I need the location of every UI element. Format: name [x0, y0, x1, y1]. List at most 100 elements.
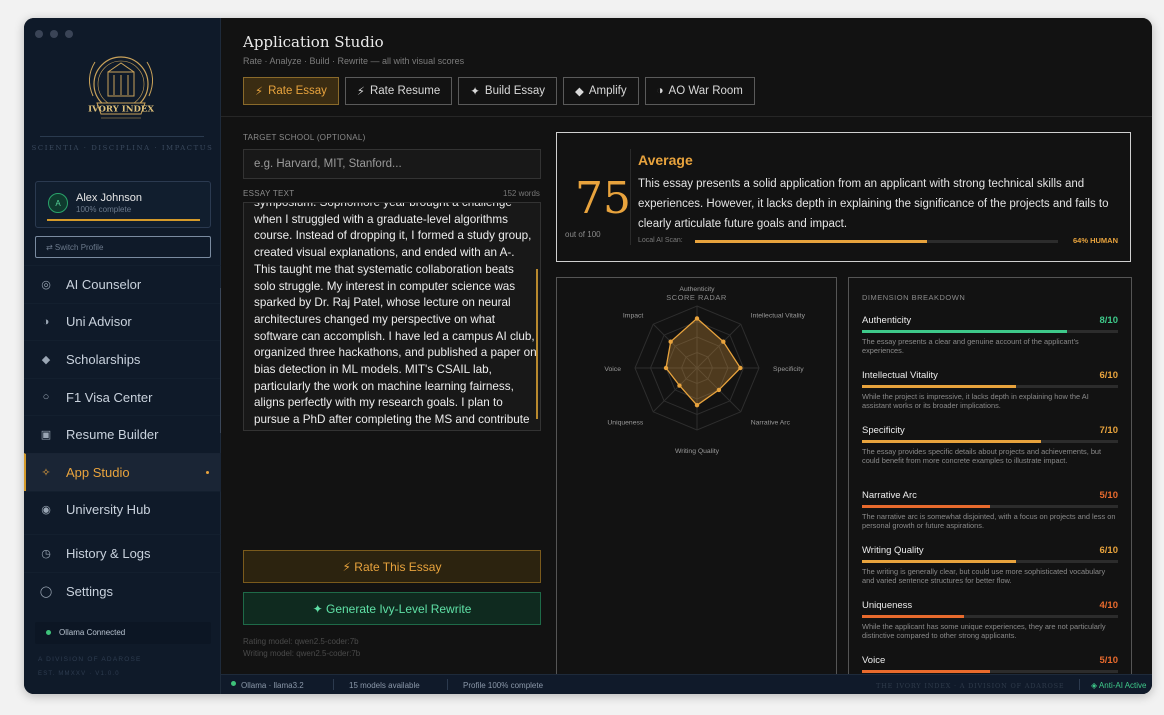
- dimension-fill: [862, 615, 965, 618]
- dimension-track: [862, 385, 1118, 388]
- dimension-fill: [862, 670, 990, 673]
- tab-amplify[interactable]: ◆ Amplify: [563, 77, 639, 105]
- sidebar-item-app-studio[interactable]: ✧ App Studio: [24, 452, 221, 491]
- radar-axis-label: Impact: [623, 312, 644, 319]
- sidebar-item-label: App Studio: [66, 464, 130, 480]
- dimension-score: 7/10: [1099, 425, 1119, 436]
- dimension-score: 5/10: [1099, 490, 1119, 501]
- tab-build-essay[interactable]: ✦ Build Essay: [458, 77, 558, 105]
- dimension-description: While the applicant has some unique expe…: [862, 622, 1106, 641]
- dimension-score: 8/10: [1099, 315, 1119, 326]
- dimension-fill: [862, 385, 1016, 388]
- sidebar-item-scholarships[interactable]: ◆ Scholarships: [24, 340, 221, 378]
- anti-ai-status: ◈ Anti-AI Active: [1091, 681, 1147, 690]
- dimension-track: [862, 505, 1118, 508]
- radar-chart: Authenticity Intellectual Vitality Specifi…: [604, 286, 805, 455]
- radar-point-voice: [663, 365, 669, 371]
- score-radar-panel: SCORE RADAR Authenticity Intellectual Vit…: [556, 277, 837, 694]
- sidebar-item-ai-counselor[interactable]: ◎ AI Counselor: [24, 265, 221, 303]
- connected-dot-icon: [46, 630, 51, 635]
- ai-scan-track: [695, 240, 1058, 243]
- dimension-score: 5/10: [1099, 655, 1119, 666]
- sidebar-item-settings[interactable]: ◯ Settings: [24, 571, 221, 610]
- dimension-row: Writing Quality 6/10 The writing is genera…: [862, 545, 1118, 586]
- division-text: A DIVISION OF ADAROSE: [38, 656, 142, 663]
- target-school-input[interactable]: e.g. Harvard, MIT, Stanford...: [243, 149, 541, 179]
- essay-textarea[interactable]: symposium. Sophomore year brought a chal…: [243, 202, 541, 431]
- maximize-window-button[interactable]: [65, 30, 73, 38]
- ai-scan-fill: [695, 240, 928, 243]
- radar-point-writing-quality: [694, 403, 700, 408]
- f1-visa-center-icon: ○: [42, 391, 50, 404]
- ollama-status: Ollama Connected: [35, 622, 211, 644]
- resume-builder-icon: ▣: [40, 429, 52, 442]
- uni-advisor-icon: ◑: [42, 315, 50, 328]
- sidebar-item-uni-advisor[interactable]: ◑ Uni Advisor: [24, 302, 221, 341]
- radar-point-narrative-arc: [716, 387, 722, 393]
- score-divider: [630, 149, 631, 245]
- minimize-window-button[interactable]: [50, 30, 58, 38]
- radar-axis-label: Writing Quality: [675, 448, 720, 455]
- status-separator: [1079, 679, 1080, 690]
- profile-card[interactable]: A Alex Johnson 100% complete: [35, 181, 211, 228]
- app-window: IVORY INDEX SCIENTIA · DISCIPLINA · IMPA…: [24, 18, 1152, 694]
- ollama-status-label: Ollama Connected: [59, 628, 126, 637]
- university-hub-icon: ◉: [41, 504, 51, 517]
- ai-scan-label: Local AI Scan:: [638, 237, 683, 244]
- sidebar-item-label: Uni Advisor: [66, 314, 132, 330]
- sidebar-nav: ◎ AI Counselor ◑ Uni Advisor ◆ Scholarships ○ F…: [24, 265, 221, 609]
- studio-tabs: ⚡ Rate Essay ⚡ Rate Resume ✦ Build Essay ◆ Ampl…: [243, 77, 755, 105]
- avatar: A: [48, 193, 68, 213]
- close-window-button[interactable]: [35, 30, 43, 38]
- dimension-name: Voice: [862, 655, 886, 666]
- rate-essay-button[interactable]: ⚡ Rate This Essay: [243, 550, 541, 583]
- word-count: 152 words: [503, 189, 540, 198]
- status-separator: [333, 679, 334, 690]
- status-model: Ollama · llama3.2: [241, 681, 304, 690]
- switch-profile-button[interactable]: ⇄ Switch Profile: [35, 236, 211, 258]
- dimension-score: 4/10: [1099, 600, 1119, 611]
- sidebar-item-history-logs[interactable]: ◷ History & Logs: [24, 534, 221, 572]
- tab-label: Rate Essay: [268, 85, 327, 97]
- app-studio-icon: ✧: [41, 466, 51, 479]
- dimension-name: Writing Quality: [862, 545, 924, 556]
- version-text: EST. MMXXV · V1.0.0: [38, 671, 120, 677]
- dimension-name: Uniqueness: [862, 600, 913, 611]
- rating-model: Rating model: qwen2.5-coder:7b: [243, 637, 359, 646]
- essay-scrollbar[interactable]: [536, 269, 538, 419]
- radar-point-authenticity: [694, 316, 700, 321]
- main-panel: Application Studio Rate · Analyze · Buil…: [221, 18, 1152, 694]
- dimension-score: 6/10: [1099, 370, 1119, 381]
- dimension-row: Narrative Arc 5/10 The narrative arc is so…: [862, 490, 1118, 531]
- ai-counselor-icon: ◎: [41, 278, 51, 291]
- tab-rate-resume[interactable]: ⚡ Rate Resume: [344, 77, 453, 105]
- sidebar-item-label: Scholarships: [66, 351, 141, 367]
- breakdown-title: DIMENSION BREAKDOWN: [862, 293, 966, 302]
- dimension-description: While the project is impressive, it lack…: [862, 392, 1089, 411]
- sidebar-item-resume-builder[interactable]: ▣ Resume Builder: [24, 415, 221, 453]
- amplify-icon: ◆: [575, 86, 584, 98]
- sidebar: IVORY INDEX SCIENTIA · DISCIPLINA · IMPA…: [24, 18, 222, 694]
- radar-axis-label: Voice: [604, 366, 621, 373]
- essay-content: symposium. Sophomore year brought a chal…: [254, 202, 537, 430]
- score-card: 75 out of 100 Average This essay present…: [556, 132, 1131, 262]
- radar-axis-label: Uniqueness: [607, 420, 643, 427]
- tab-ao-war-room[interactable]: ◑ AO War Room: [644, 77, 755, 105]
- ivory-index-logo: IVORY INDEX: [88, 56, 154, 119]
- dimension-fill: [862, 440, 1042, 443]
- status-bar: Ollama · llama3.2 15 models available Pr…: [221, 674, 1152, 694]
- generate-rewrite-button[interactable]: ✦ Generate Ivy-Level Rewrite: [243, 592, 541, 625]
- radar-point-uniqueness: [677, 383, 682, 388]
- dimension-track: [862, 440, 1118, 443]
- sidebar-item-f1-visa-center[interactable]: ○ F1 Visa Center: [24, 377, 221, 416]
- dimension-description: The narrative arc is somewhat disjointed…: [862, 512, 1116, 531]
- dimension-row: Authenticity 8/10 The essay presents a cle…: [862, 315, 1118, 356]
- svg-text:IVORY INDEX: IVORY INDEX: [88, 105, 154, 115]
- sidebar-item-university-hub[interactable]: ◉ University Hub: [24, 490, 221, 529]
- tab-rate-essay[interactable]: ⚡ Rate Essay: [243, 77, 339, 105]
- header-divider: [221, 116, 1152, 117]
- dimension-track: [862, 615, 1118, 618]
- dimension-score: 6/10: [1099, 545, 1119, 556]
- tab-label: Amplify: [588, 85, 627, 97]
- ao-war-room-icon: ◑: [656, 85, 664, 97]
